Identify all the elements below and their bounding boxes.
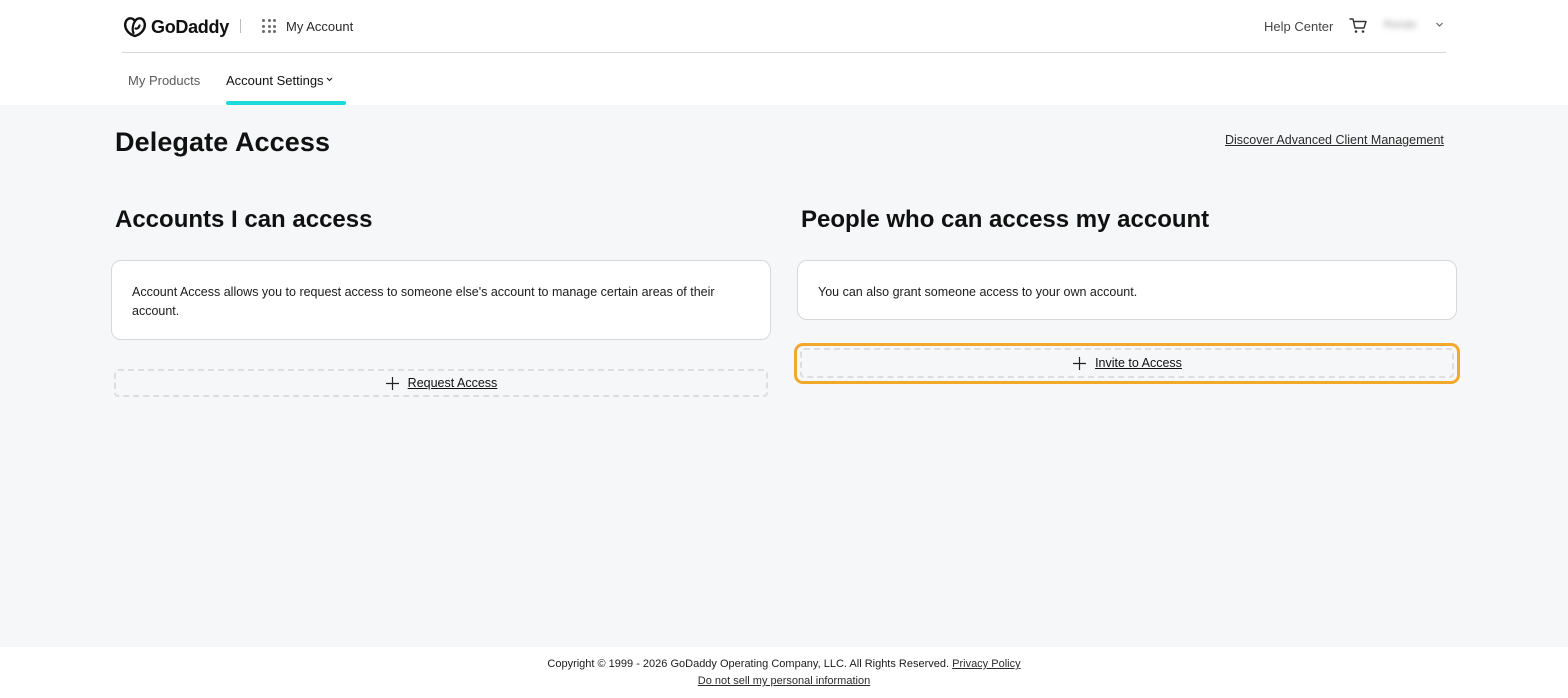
- people-who-can-access-heading: People who can access my account: [801, 206, 1210, 233]
- tab-account-settings[interactable]: Account Settings: [226, 73, 333, 88]
- privacy-policy-link[interactable]: Privacy Policy: [952, 658, 1020, 670]
- account-access-info-card: Account Access allows you to request acc…: [111, 260, 771, 340]
- accounts-i-can-access-heading: Accounts I can access: [115, 206, 373, 233]
- godaddy-logo-icon: [123, 17, 147, 38]
- discover-advanced-client-management-link[interactable]: Discover Advanced Client Management: [1225, 133, 1444, 147]
- request-access-label: Request Access: [407, 376, 498, 390]
- tab-my-products[interactable]: My Products: [128, 73, 200, 88]
- invite-to-access-button[interactable]: Invite to Access: [800, 348, 1454, 378]
- account-nav: My Products Account Settings: [122, 53, 1446, 105]
- top-bar: GoDaddy My Account Help Center Rondo: [122, 0, 1446, 53]
- user-name[interactable]: Rondo: [1384, 19, 1432, 31]
- help-center-link[interactable]: Help Center: [1264, 19, 1333, 34]
- brand-name: GoDaddy: [151, 16, 229, 37]
- grant-access-info-card: You can also grant someone access to you…: [797, 260, 1457, 320]
- do-not-sell-link[interactable]: Do not sell my personal information: [698, 675, 870, 687]
- site-header: GoDaddy My Account Help Center Rondo My …: [0, 0, 1568, 105]
- plus-icon: [1073, 356, 1087, 370]
- header-divider: [240, 19, 241, 33]
- request-access-button[interactable]: Request Access: [114, 369, 768, 397]
- tab-account-settings-label: Account Settings: [226, 73, 324, 88]
- account-access-description: Account Access allows you to request acc…: [132, 285, 715, 318]
- chevron-down-icon[interactable]: [1435, 20, 1444, 29]
- cart-icon[interactable]: [1349, 17, 1367, 34]
- apps-grid-icon[interactable]: [262, 19, 276, 33]
- chevron-down-icon: [326, 77, 332, 82]
- app-title[interactable]: My Account: [286, 19, 353, 34]
- plus-icon: [385, 376, 399, 390]
- footer-privacy-line: Do not sell my personal information: [0, 675, 1568, 687]
- godaddy-logo[interactable]: GoDaddy: [122, 14, 229, 40]
- copyright-text: Copyright © 1999 - 2026 GoDaddy Operatin…: [547, 658, 950, 670]
- invite-to-access-label: Invite to Access: [1095, 356, 1182, 370]
- grant-access-description: You can also grant someone access to you…: [818, 285, 1138, 299]
- site-footer: Copyright © 1999 - 2026 GoDaddy Operatin…: [0, 647, 1568, 698]
- page-title: Delegate Access: [115, 127, 331, 157]
- footer-copyright-line: Copyright © 1999 - 2026 GoDaddy Operatin…: [0, 658, 1568, 670]
- active-tab-indicator: [226, 101, 346, 105]
